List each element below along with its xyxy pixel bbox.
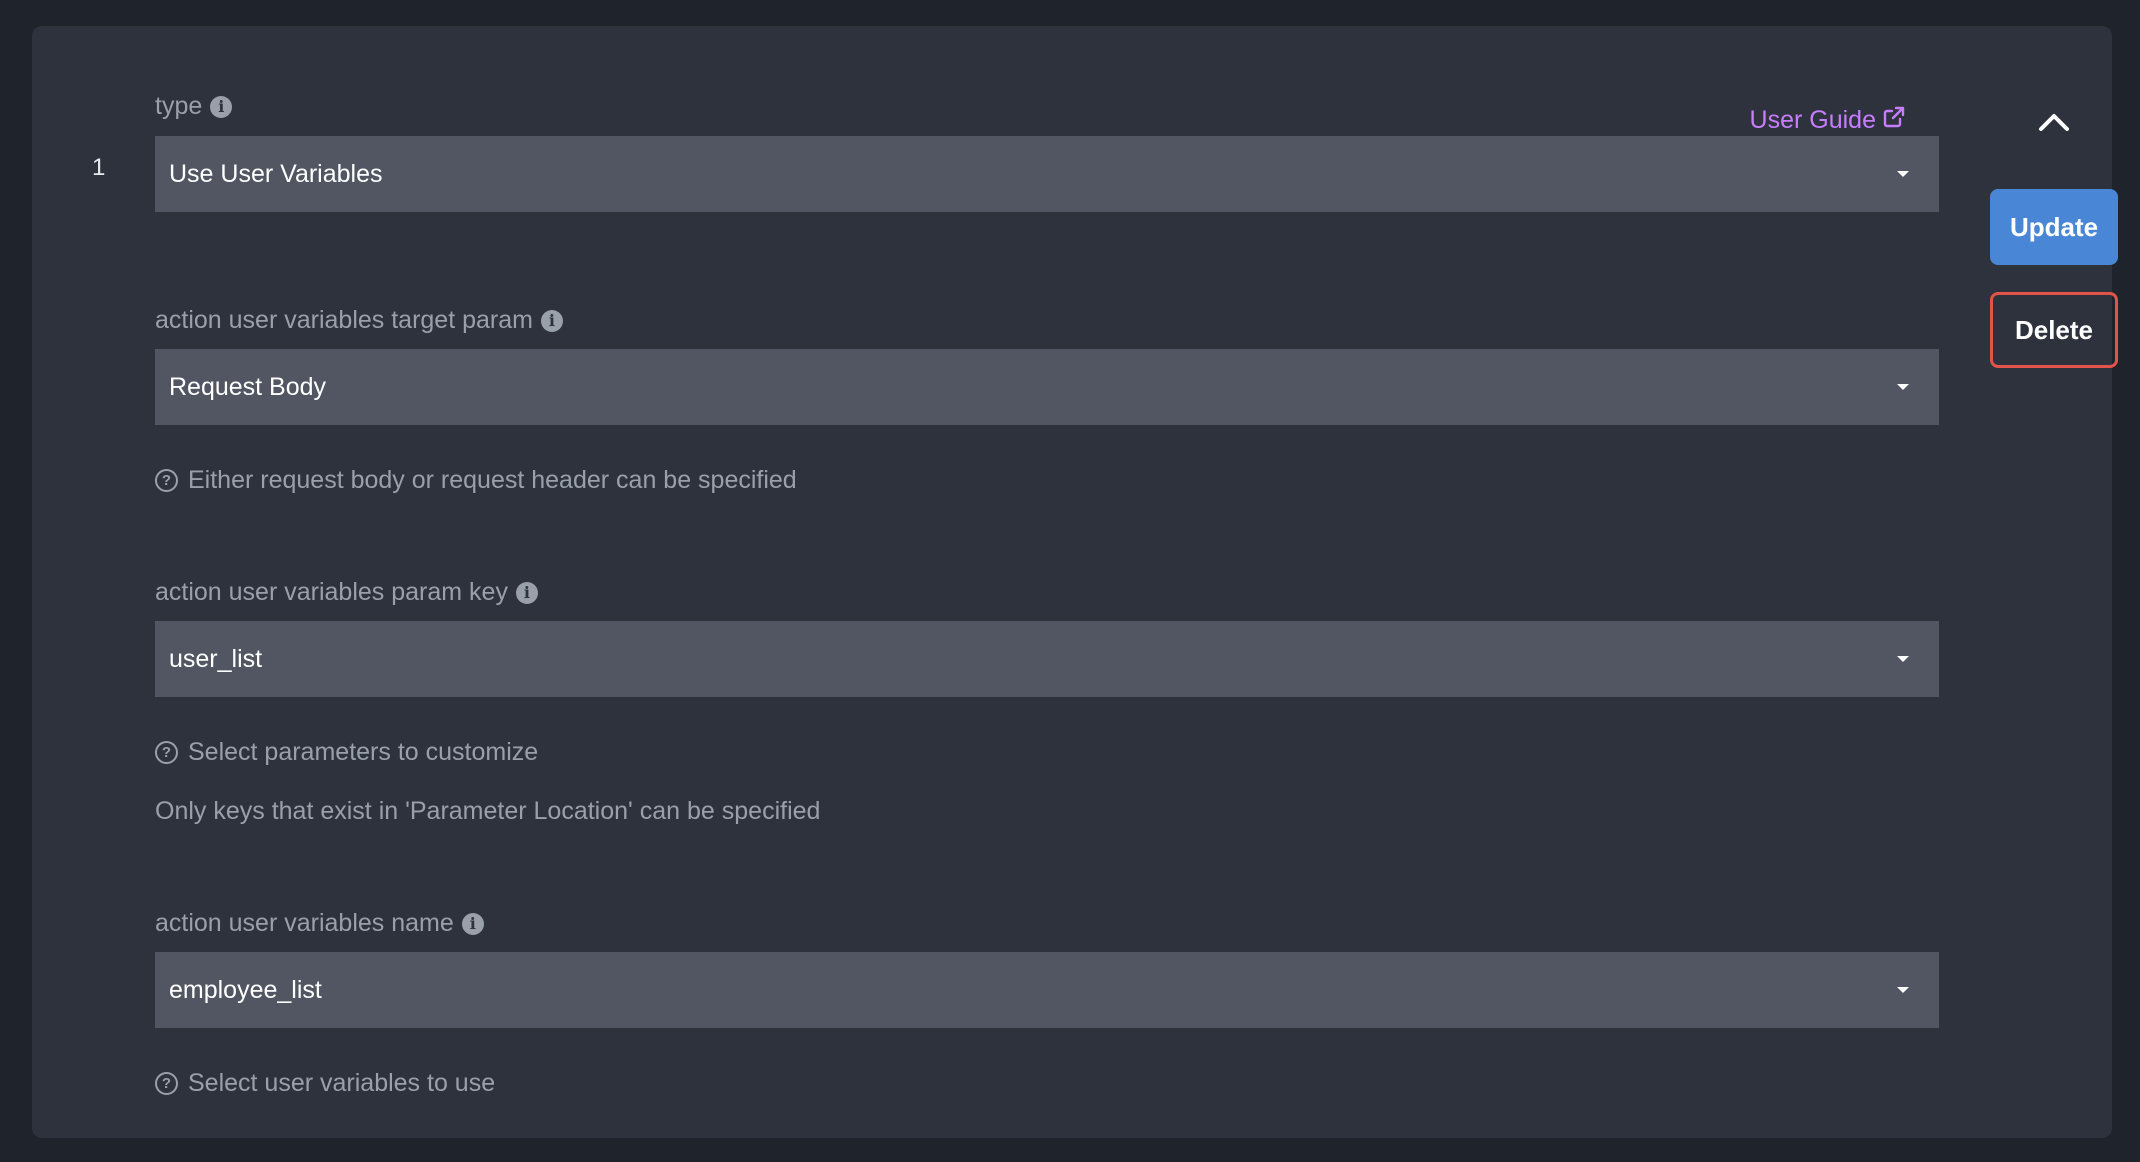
- user-guide-link[interactable]: User Guide: [1750, 105, 1906, 136]
- variables-name-help: ? Select user variables to use: [155, 1069, 495, 1098]
- type-select[interactable]: Use User Variables: [155, 136, 1939, 212]
- target-param-label: action user variables target param: [155, 306, 533, 334]
- user-guide-label: User Guide: [1749, 106, 1876, 134]
- chevron-up-icon: [2038, 112, 2070, 137]
- question-circle-icon: ?: [155, 469, 178, 492]
- caret-down-icon: [1897, 171, 1909, 177]
- caret-down-icon: [1897, 384, 1909, 390]
- variables-name-label: action user variables name: [155, 909, 454, 937]
- param-key-help-text: Select parameters to customize: [188, 738, 539, 766]
- external-link-icon: [1882, 105, 1906, 136]
- caret-down-icon: [1897, 656, 1909, 662]
- item-index: 1: [92, 154, 106, 181]
- target-param-help-text: Either request body or request header ca…: [188, 466, 797, 494]
- target-param-select-value: Request Body: [169, 372, 327, 401]
- update-button[interactable]: Update: [1990, 189, 2118, 265]
- rule-card: 1 type i User Guide Use User Variables a…: [32, 26, 2118, 1138]
- param-key-label: action user variables param key: [155, 578, 508, 606]
- type-select-value: Use User Variables: [169, 159, 383, 188]
- info-icon[interactable]: i: [210, 95, 233, 118]
- param-key-help: ? Select parameters to customize: [155, 738, 538, 767]
- target-param-help: ? Either request body or request header …: [155, 466, 797, 495]
- info-icon[interactable]: i: [461, 912, 484, 935]
- collapse-button[interactable]: [2028, 98, 2080, 150]
- delete-button[interactable]: Delete: [1990, 292, 2118, 368]
- variables-name-select-value: employee_list: [169, 975, 322, 1004]
- caret-down-icon: [1897, 987, 1909, 993]
- param-key-select[interactable]: user_list: [155, 621, 1939, 697]
- target-param-select[interactable]: Request Body: [155, 349, 1939, 425]
- param-key-select-value: user_list: [169, 644, 263, 673]
- target-param-label-row: action user variables target param i: [155, 306, 563, 335]
- question-circle-icon: ?: [155, 1072, 178, 1095]
- question-circle-icon: ?: [155, 741, 178, 764]
- info-icon[interactable]: i: [515, 581, 538, 604]
- param-key-note: Only keys that exist in 'Parameter Locat…: [155, 797, 821, 825]
- type-label-row: type i: [155, 92, 233, 121]
- variables-name-help-text: Select user variables to use: [188, 1069, 496, 1097]
- variables-name-label-row: action user variables name i: [155, 909, 484, 938]
- type-label: type: [155, 92, 203, 120]
- variables-name-select[interactable]: employee_list: [155, 952, 1939, 1028]
- param-key-label-row: action user variables param key i: [155, 578, 538, 607]
- info-icon[interactable]: i: [540, 309, 563, 332]
